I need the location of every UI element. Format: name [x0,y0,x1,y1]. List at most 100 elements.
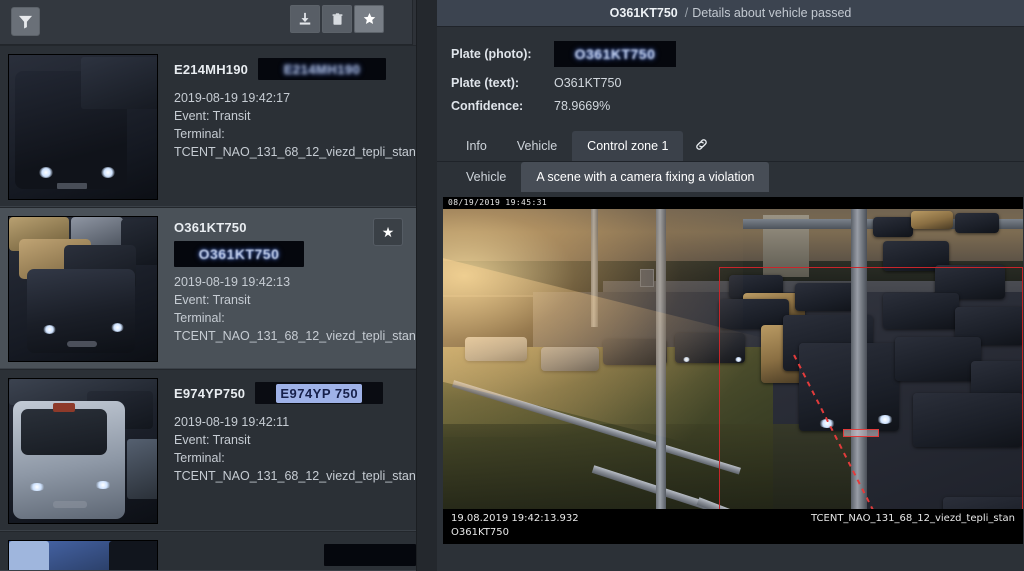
list-item-plate: O361KT750 [174,220,247,235]
download-button[interactable] [290,5,320,33]
plate-text-row: Plate (text): O361KT750 [451,76,1024,90]
list-item[interactable]: E974YP750 E974YP 750 2019-08-19 19:42:11… [0,369,416,531]
list-item-plate-image: O361KT750 [174,241,304,267]
tab-vehicle[interactable]: Vehicle [502,131,572,161]
list-item-terminal: TCENT_NAO_131_68_12_viezd_tepli_stan [174,145,416,159]
plate-image-text: E214MH190 [283,61,361,77]
list-item-plate: E974YP750 [174,385,246,401]
tab-link[interactable] [683,131,720,161]
light-pole [656,197,666,527]
primary-tabs: Info Vehicle Control zone 1 [437,131,1024,162]
filter-button[interactable] [11,7,40,36]
plate-detection-marker [843,429,879,437]
vehicle-thumbnail[interactable] [8,216,158,362]
download-icon [298,12,312,26]
list-item-header [174,544,416,566]
list-item-terminal-label: Terminal: [174,127,225,141]
delete-button[interactable] [322,5,352,33]
detail-header-text: Details about vehicle passed [692,6,852,20]
camera-osd-timestamp: 08/19/2019 19:45:31 [443,197,1023,209]
plate-photo-image-text: O361KT750 [574,46,656,62]
panel-gutter [417,0,437,571]
list-item-plate: E214MH190 [174,61,249,77]
favorite-button[interactable] [354,5,384,33]
camera-scene-viewer[interactable]: 08/19/2019 19:45:31 19.08.2019 19:42:13.… [443,197,1023,544]
plate-photo-label: Plate (photo): [451,47,532,61]
light-pole [591,207,598,327]
events-list[interactable]: E214MH190 E214MH190 2019-08-19 19:42:17 … [0,45,416,571]
list-item-body: E214MH190 E214MH190 2019-08-19 19:42:17 … [158,54,416,198]
light-pole [851,197,867,544]
vehicle-in-scene [541,347,599,371]
vehicle-in-scene [955,213,999,233]
vehicle-in-scene [873,217,913,237]
headlight [819,419,835,428]
detail-fields: Plate (photo): O361KT750 Plate (text): O… [437,27,1024,128]
vehicle-thumbnail[interactable] [8,540,158,570]
list-item-body: O361KT750 O361KT750 2019-08-19 19:42:13 … [158,216,416,360]
confidence-row: Confidence: 78.9669% [451,99,1024,113]
plate-photo-row: Plate (photo): O361KT750 [451,41,1024,67]
thumbnail-scene [9,217,157,361]
star-icon: ★ [381,223,395,240]
tab-info[interactable]: Info [451,131,502,161]
list-item-meta: 2019-08-19 19:42:11 Event: Transit Termi… [174,413,416,485]
thumbnail-scene [9,541,157,570]
plate-text-label: Plate (text): [451,76,520,90]
list-item-timestamp: 2019-08-19 19:42:11 [174,415,290,429]
road-sign [640,269,654,287]
confidence-label: Confidence: [451,99,524,113]
list-item[interactable]: O361KT750 O361KT750 2019-08-19 19:42:13 … [0,207,416,369]
list-item-favorite-button[interactable]: ★ [373,218,403,246]
filter-icon [18,14,33,29]
list-action-buttons [290,5,384,33]
list-item-header: E214MH190 E214MH190 [174,58,416,80]
vehicle-in-scene [895,337,981,381]
list-item-terminal: TCENT_NAO_131_68_12_viezd_tepli_stan [174,329,416,343]
vehicle-thumbnail[interactable] [8,378,158,524]
list-item-event: Event: Transit [174,109,251,123]
list-toolbar [0,0,413,45]
list-item-event: Event: Transit [174,433,251,447]
list-item-meta: 2019-08-19 19:42:13 Event: Transit Termi… [174,273,416,345]
vehicle-in-scene [883,293,959,329]
plate-image-text: O361KT750 [198,246,280,262]
plate-photo-image: O361KT750 [554,41,676,67]
detail-panel: O361KT750 / Details about vehicle passed… [437,0,1024,571]
vehicle-thumbnail[interactable] [8,54,158,200]
list-item-body [158,540,416,566]
subtab-violation-scene[interactable]: A scene with a camera fixing a violation [521,162,770,192]
detail-header-plate: O361KT750 [609,6,678,20]
headlight [683,357,690,362]
vehicle-in-scene [911,211,953,229]
list-item-meta: 2019-08-19 19:42:17 Event: Transit Termi… [174,89,416,161]
overlay-plate: O361KT750 [451,527,509,538]
confidence-value: 78.9669% [554,99,611,113]
list-item-terminal-label: Terminal: [174,451,225,465]
headlight [877,415,893,424]
list-item[interactable] [0,531,416,571]
list-item-terminal: TCENT_NAO_131_68_12_viezd_tepli_stan [174,469,416,483]
list-item-timestamp: 2019-08-19 19:42:17 [174,91,291,105]
detail-header-separator: / [684,6,689,20]
list-item-event: Event: Transit [174,293,251,307]
secondary-tabs: Vehicle A scene with a camera fixing a v… [437,162,1024,192]
vehicle-in-scene [795,283,859,311]
detail-header: O361KT750 / Details about vehicle passed [437,0,1024,27]
thumbnail-scene [9,55,157,199]
app-root: E214MH190 E214MH190 2019-08-19 19:42:17 … [0,0,1024,571]
camera-scene-image: 08/19/2019 19:45:31 19.08.2019 19:42:13.… [443,197,1023,544]
trash-icon [331,12,344,26]
subtab-vehicle[interactable]: Vehicle [451,162,521,192]
tab-control-zone-1[interactable]: Control zone 1 [572,131,684,161]
vehicle-in-scene [465,337,527,361]
list-item-plate-image: E214MH190 [258,58,387,80]
overlay-terminal: TCENT_NAO_131_68_12_viezd_tepli_stan [811,513,1015,524]
list-item-terminal-label: Terminal: [174,311,225,325]
scene-overlay-info: 19.08.2019 19:42:13.932 O361KT750 TCENT_… [443,509,1023,544]
headlight [735,357,742,362]
thumbnail-scene [9,379,157,523]
list-item[interactable]: E214MH190 E214MH190 2019-08-19 19:42:17 … [0,45,416,207]
list-item-body: E974YP750 E974YP 750 2019-08-19 19:42:11… [158,378,416,522]
link-icon [694,139,709,155]
